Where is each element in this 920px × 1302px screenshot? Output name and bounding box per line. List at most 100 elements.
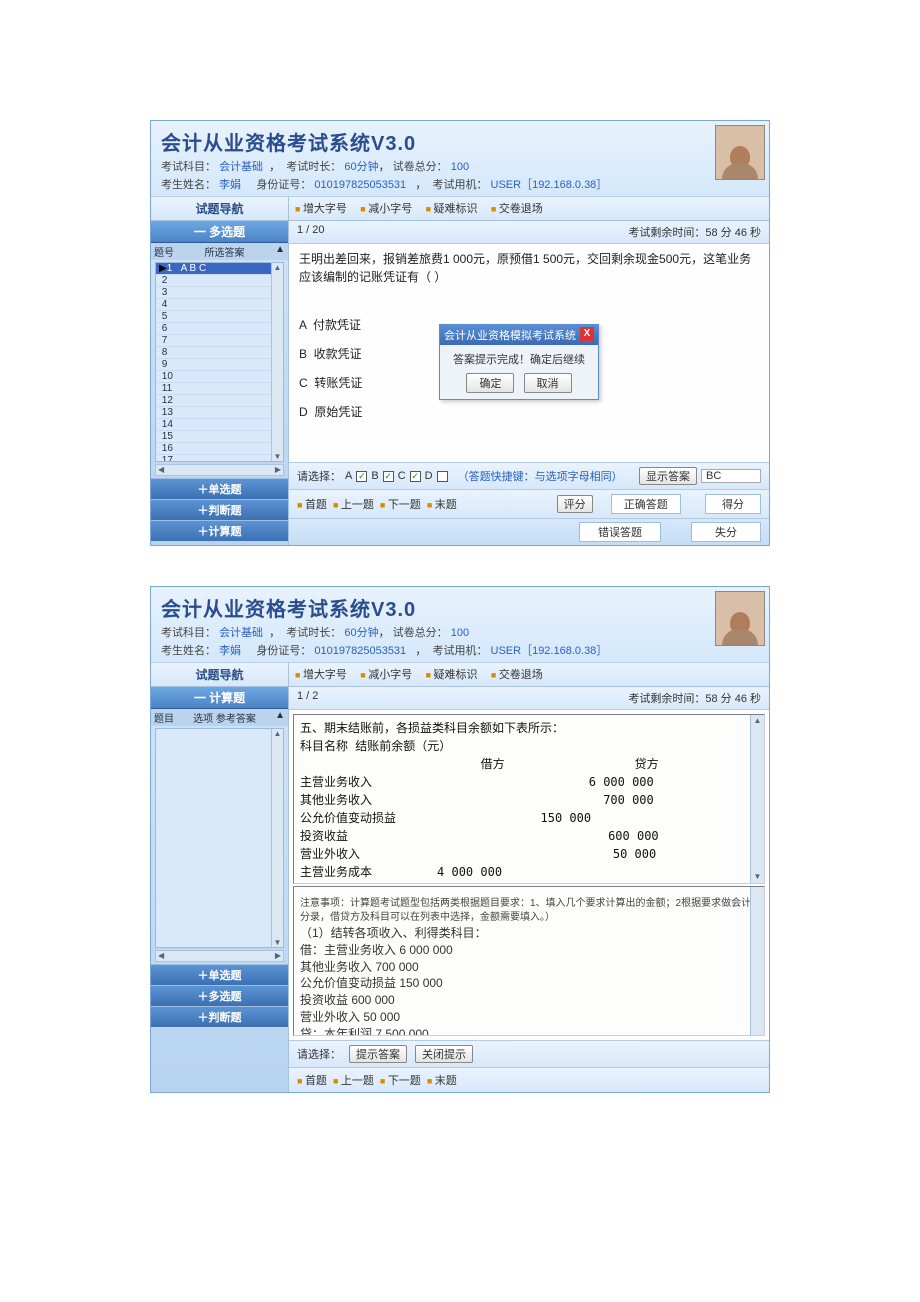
app-title-2: 会计从业资格考试系统V3.0: [161, 593, 759, 622]
answer-line: 其他业务收入 700 000: [300, 959, 758, 976]
vertical-scrollbar[interactable]: [271, 263, 283, 461]
nav-row[interactable]: 2: [156, 275, 283, 287]
answer-line: 投资收益 600 000: [300, 992, 758, 1009]
checkbox-a[interactable]: ✓: [356, 471, 367, 482]
question-line: 借方 贷方: [300, 755, 758, 773]
flag-link[interactable]: 疑难标识: [426, 203, 478, 215]
zoom-in-link-2[interactable]: 增大字号: [295, 669, 347, 681]
header-2: 会计从业资格考试系统V3.0 考试科目： 会计基础 ， 考试时长： 60分钟， …: [151, 587, 769, 662]
tab-judge-2[interactable]: ＋判断题: [151, 1006, 288, 1027]
candidate-photo-2: [715, 591, 765, 646]
body-2: 一 计算题 题目 选项 参考答案 ▲ ◀▶ ＋单选题 ＋多选题 ＋判断题 1 /…: [151, 687, 769, 1092]
checkbox-c[interactable]: ✓: [410, 471, 421, 482]
question-header: 1 / 20 考试剩余时间：58 分 46 秒: [289, 221, 769, 244]
answer-select-row: 请选择： A✓ B✓ C✓ D （答题快捷键：与选项字母相同） 显示答案 BC: [289, 462, 769, 489]
question-header-2: 1 / 2 考试剩余时间：58 分 46 秒: [289, 687, 769, 710]
nav-row[interactable]: 10: [156, 371, 283, 383]
nav-row[interactable]: 15: [156, 431, 283, 443]
total-label-2: 试卷总分：: [393, 627, 448, 639]
nav-col-answer: 所选答案: [205, 244, 245, 259]
nav-row[interactable]: 9: [156, 359, 283, 371]
nav-row[interactable]: 8: [156, 347, 283, 359]
nav-row[interactable]: ▶1 A B C: [156, 263, 283, 275]
answer-scrollbar[interactable]: [750, 887, 764, 1035]
scroll-up-icon[interactable]: ▲: [275, 244, 285, 259]
text-scrollbar[interactable]: [750, 715, 764, 883]
id-value-2: 010197825053531: [314, 645, 406, 657]
name-value: 李娟: [219, 179, 241, 191]
exam-app-2: 会计从业资格考试系统V3.0 考试科目： 会计基础 ， 考试时长： 60分钟， …: [150, 586, 770, 1093]
nav-row[interactable]: 16: [156, 443, 283, 455]
nav-title: 试题导航: [151, 197, 289, 220]
dialog-cancel-button[interactable]: 取消: [524, 373, 572, 393]
flag-link-2[interactable]: 疑难标识: [426, 669, 478, 681]
next-question-link[interactable]: 下一题: [380, 496, 421, 512]
last-question-link[interactable]: 末题: [427, 496, 457, 512]
nav-row[interactable]: 14: [156, 419, 283, 431]
tab-multi-2[interactable]: ＋多选题: [151, 985, 288, 1006]
candidate-photo: [715, 125, 765, 180]
meta-row-2b: 考生姓名： 李娟 身份证号： 010197825053531 ， 考试用机： U…: [161, 642, 759, 658]
checkbox-d[interactable]: [437, 471, 448, 482]
nav-row[interactable]: 3: [156, 287, 283, 299]
question-body-2: 五、期末结账前，各损益类科目余额如下表所示：科目名称 结账前余额（元） 借方 贷…: [289, 710, 769, 1040]
nav-row[interactable]: 12: [156, 395, 283, 407]
vertical-scrollbar-2[interactable]: [271, 729, 283, 947]
first-question-link[interactable]: 首题: [297, 496, 327, 512]
wrong-count-label: 错误答题: [579, 522, 661, 542]
nav-row[interactable]: 5: [156, 311, 283, 323]
sidebar: 一 多选题 题号 所选答案 ▲ ▶1 A B C 2 3 4 5 6 7 8 9…: [151, 221, 289, 545]
zoom-in-link[interactable]: 增大字号: [295, 203, 347, 215]
horizontal-scrollbar-2[interactable]: ◀▶: [155, 950, 284, 962]
answer-line: 公允价值变动损益 150 000: [300, 975, 758, 992]
submit-link[interactable]: 交卷退场: [491, 203, 543, 215]
calc-answer-text[interactable]: 注意事项：计算题考试题型包括两类根据题目要求：1、填入几个要求计算出的金额；2根…: [293, 886, 765, 1036]
option-a-text: 付款凭证: [313, 318, 361, 332]
last-question-link-2[interactable]: 末题: [427, 1072, 457, 1088]
next-question-link-2[interactable]: 下一题: [380, 1072, 421, 1088]
submit-link-2[interactable]: 交卷退场: [491, 669, 543, 681]
checkbox-b[interactable]: ✓: [383, 471, 394, 482]
dialog-close-icon[interactable]: X: [580, 327, 594, 341]
nav-row[interactable]: 7: [156, 335, 283, 347]
question-line: 主营业务成本 4 000 000: [300, 863, 758, 881]
option-d[interactable]: D 原始凭证: [299, 403, 759, 420]
total-value: 100: [451, 161, 469, 173]
scroll-up-icon-2[interactable]: ▲: [275, 710, 285, 725]
exam-app-1: 会计从业资格考试系统V3.0 考试科目： 会计基础 ， 考试时长： 60分钟， …: [150, 120, 770, 546]
prev-question-link-2[interactable]: 上一题: [333, 1072, 374, 1088]
nav-table-header: 题号 所选答案 ▲: [151, 243, 288, 260]
tab-calc[interactable]: ＋计算题: [151, 520, 288, 541]
nav-row[interactable]: 6: [156, 323, 283, 335]
tab-single[interactable]: ＋单选题: [151, 478, 288, 499]
tab-judge[interactable]: ＋判断题: [151, 499, 288, 520]
zoom-out-link-2[interactable]: 减小字号: [360, 669, 412, 681]
section-tab-calc[interactable]: 一 计算题: [151, 687, 288, 709]
subject-value: 会计基础: [219, 161, 263, 173]
nav-col-number: 题号: [154, 244, 174, 259]
score-button[interactable]: 评分: [557, 495, 593, 513]
nav-row[interactable]: 4: [156, 299, 283, 311]
calc-question-text[interactable]: 五、期末结账前，各损益类科目余额如下表所示：科目名称 结账前余额（元） 借方 贷…: [293, 714, 765, 884]
show-hint-button[interactable]: 提示答案: [349, 1045, 407, 1063]
question-nav-list-2[interactable]: [155, 728, 284, 948]
close-hint-button[interactable]: 关闭提示: [415, 1045, 473, 1063]
tab-single-2[interactable]: ＋单选题: [151, 964, 288, 985]
dialog-ok-button[interactable]: 确定: [466, 373, 514, 393]
nav-row[interactable]: 13: [156, 407, 283, 419]
question-nav-list[interactable]: ▶1 A B C 2 3 4 5 6 7 8 9 10 11 12 13 14 …: [155, 262, 284, 462]
correct-answer-display: BC: [701, 469, 761, 483]
prev-question-link[interactable]: 上一题: [333, 496, 374, 512]
horizontal-scrollbar[interactable]: ◀▶: [155, 464, 284, 476]
nav-row[interactable]: 11: [156, 383, 283, 395]
total-label: 试卷总分：: [393, 161, 448, 173]
zoom-out-link[interactable]: 减小字号: [360, 203, 412, 215]
subject-label: 考试科目：: [161, 161, 216, 173]
nav-row[interactable]: 17: [156, 455, 283, 462]
dialog-titlebar[interactable]: 会计从业资格模拟考试系统 X: [440, 325, 598, 345]
first-question-link-2[interactable]: 首题: [297, 1072, 327, 1088]
id-value: 010197825053531: [314, 179, 406, 191]
show-answer-button[interactable]: 显示答案: [639, 467, 697, 485]
section-tab-multi[interactable]: 一 多选题: [151, 221, 288, 243]
question-body: 王明出差回来，报销差旅费1 000元，原预借1 500元，交回剩余现金500元，…: [289, 244, 769, 462]
